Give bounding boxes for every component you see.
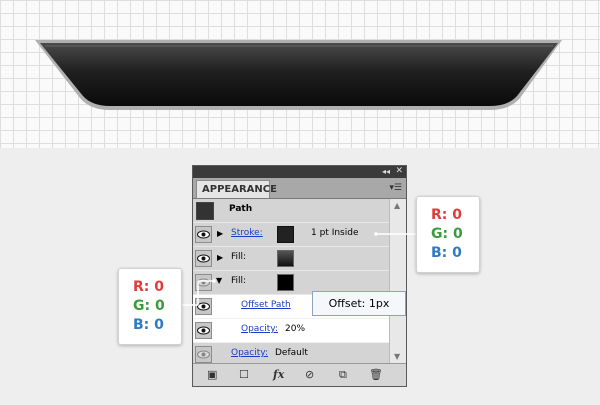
fill-label: Fill: xyxy=(231,252,247,262)
panel-menu-icon[interactable]: ▾☰ xyxy=(389,183,402,193)
red-value: R: 0 xyxy=(133,279,164,295)
scroll-down-icon[interactable]: ▼ xyxy=(394,352,400,361)
panel-titlebar[interactable]: ◂◂ ✕ xyxy=(193,166,406,178)
duplicate-icon[interactable]: ⧉ xyxy=(339,368,347,382)
appearance-panel: ◂◂ ✕ APPEARANCE ▾☰ Path ▶ Stroke: 1 pt I… xyxy=(192,165,407,387)
path-label: Path xyxy=(229,204,253,214)
stroke-row[interactable]: ▶ Stroke: 1 pt Inside xyxy=(193,223,389,247)
red-value: R: 0 xyxy=(431,207,462,223)
collapse-icon[interactable]: ◂◂ xyxy=(382,167,390,177)
fill-color-callout: R: 0 G: 0 B: 0 xyxy=(118,268,182,345)
expand-triangle-icon[interactable]: ▶ xyxy=(217,229,223,238)
artwork-shape xyxy=(35,40,562,110)
eye-icon[interactable] xyxy=(195,322,212,339)
close-icon[interactable]: ✕ xyxy=(395,166,403,177)
trash-icon[interactable]: 🗑 xyxy=(369,368,383,381)
panel-scrollbar[interactable]: ▲ ▼ xyxy=(389,199,406,363)
opacity-outer-link[interactable]: Opacity: xyxy=(231,348,268,358)
scroll-up-icon[interactable]: ▲ xyxy=(394,201,400,210)
stroke-value: 1 pt Inside xyxy=(311,228,359,238)
panel-tabstrip: APPEARANCE ▾☰ xyxy=(193,178,406,199)
blue-value: B: 0 xyxy=(431,245,462,261)
eye-icon[interactable] xyxy=(195,226,212,243)
no-icon[interactable]: ⊘ xyxy=(305,368,314,381)
new-art-icon[interactable]: ▣ xyxy=(207,368,217,381)
green-value: G: 0 xyxy=(431,226,463,242)
panel-bottom-toolbar: ▣ ☐ fx ⊘ ⧉ 🗑 xyxy=(193,363,406,386)
offset-path-link[interactable]: Offset Path xyxy=(241,300,291,310)
fill-swatch-black[interactable] xyxy=(277,274,294,291)
opacity-inner-value: 20% xyxy=(285,324,306,334)
stroke-color-callout: R: 0 G: 0 B: 0 xyxy=(416,196,480,273)
fx-icon[interactable]: fx xyxy=(273,368,284,381)
path-row[interactable]: Path xyxy=(193,199,389,223)
opacity-inner-row[interactable]: Opacity: 20% xyxy=(193,319,389,343)
expand-triangle-icon[interactable]: ▼ xyxy=(216,276,222,285)
stroke-link[interactable]: Stroke: xyxy=(231,228,263,238)
fill-swatch-gradient[interactable] xyxy=(277,250,294,267)
offset-tooltip: Offset: 1px xyxy=(312,291,406,316)
stroke-swatch[interactable] xyxy=(277,226,294,243)
opacity-outer-value: Default xyxy=(275,348,308,358)
expand-triangle-icon[interactable]: ▶ xyxy=(217,253,223,262)
green-value: G: 0 xyxy=(133,298,165,314)
path-thumbnail xyxy=(196,202,214,220)
eye-icon[interactable] xyxy=(195,250,212,267)
blue-value: B: 0 xyxy=(133,317,164,333)
opacity-inner-link[interactable]: Opacity: xyxy=(241,324,278,334)
eye-icon[interactable] xyxy=(195,274,212,291)
tab-appearance[interactable]: APPEARANCE xyxy=(196,180,277,198)
fill-label: Fill: xyxy=(231,276,247,286)
eye-icon[interactable] xyxy=(195,346,212,363)
fill-row-1[interactable]: ▶ Fill: xyxy=(193,247,389,271)
clear-appearance-icon[interactable]: ☐ xyxy=(239,368,249,381)
eye-icon[interactable] xyxy=(195,298,212,315)
